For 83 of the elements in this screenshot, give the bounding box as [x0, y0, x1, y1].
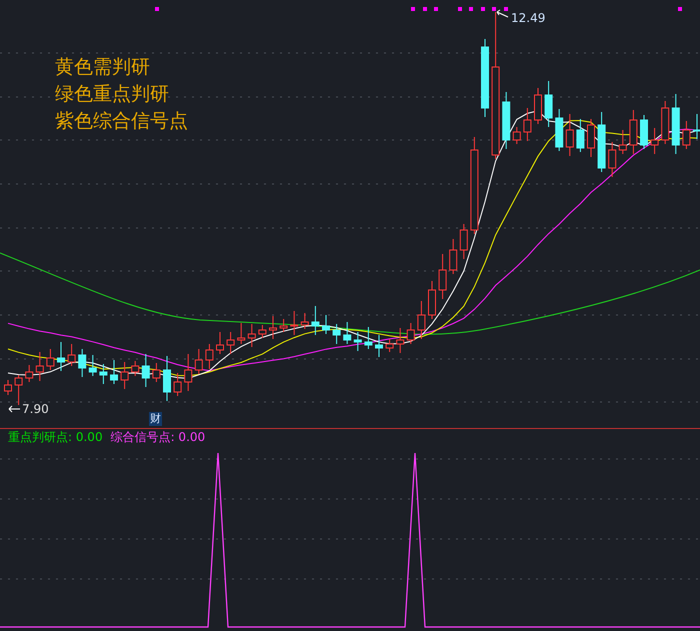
legend-text: 黄色需判研 — [55, 55, 151, 79]
signal-marker — [458, 7, 462, 11]
candlestick — [88, 354, 97, 376]
low-price-label: 7.90 — [22, 402, 49, 416]
candlestick — [248, 324, 256, 348]
candlestick — [78, 348, 86, 378]
candlestick — [194, 348, 203, 374]
candlestick — [322, 314, 330, 334]
candlestick — [629, 110, 638, 154]
candlestick — [258, 324, 266, 338]
candlestick — [661, 100, 670, 144]
signal-marker — [423, 7, 427, 11]
candlestick — [131, 360, 140, 376]
candlestick — [311, 306, 320, 336]
candlestick — [460, 224, 468, 260]
candlestick — [438, 254, 447, 300]
candlestick — [163, 356, 171, 402]
candlestick — [237, 322, 246, 344]
candlestick — [216, 332, 224, 354]
candlestick — [46, 348, 54, 370]
signal-marker — [481, 7, 485, 11]
indicator-value: 重点判研点: 0.00 — [8, 429, 103, 445]
candlestick — [205, 344, 214, 370]
candlestick — [544, 80, 553, 128]
candlestick — [502, 92, 510, 150]
candlestick — [417, 300, 426, 340]
candlestick — [693, 114, 700, 140]
candlestick — [449, 238, 458, 274]
candlestick — [618, 130, 627, 154]
candlestick — [512, 126, 521, 144]
candlestick — [428, 280, 436, 320]
candlestick — [608, 142, 616, 178]
candlestick — [269, 316, 277, 340]
candlestick — [598, 112, 606, 172]
candlestick — [587, 118, 595, 158]
candlestick — [354, 332, 362, 352]
candlestick — [226, 332, 235, 354]
candlestick — [332, 324, 341, 344]
candlestick — [555, 108, 564, 152]
indicator-value: 综合信号点: 0.00 — [110, 429, 206, 445]
candlestick — [682, 120, 690, 150]
candlestick — [290, 310, 298, 336]
candlestick — [99, 364, 108, 384]
candlestick — [406, 322, 415, 344]
candlestick — [375, 334, 383, 358]
high-price-label: 12.49 — [511, 11, 546, 25]
event-badge: 财 — [149, 412, 162, 426]
signal-marker — [469, 7, 473, 11]
arrow-icon — [496, 10, 508, 18]
candlestick — [534, 88, 542, 124]
candlestick — [174, 372, 182, 396]
candlestick — [280, 318, 288, 332]
candlestick — [576, 118, 584, 152]
candlestick — [4, 380, 12, 396]
signal-marker — [492, 7, 496, 11]
signal-marker — [155, 7, 159, 11]
signal-marker — [411, 7, 415, 11]
signal-marker — [678, 7, 682, 11]
legend-text: 紫色综合信号点 — [55, 109, 188, 133]
candlestick — [184, 354, 192, 392]
candlestick — [57, 342, 65, 372]
candlestick — [396, 328, 404, 354]
candlestick — [386, 338, 394, 352]
candlestick — [672, 94, 680, 154]
legend-text: 绿色重点判研 — [55, 82, 170, 106]
candlestick — [523, 108, 532, 142]
candlestick — [640, 114, 648, 150]
candlestick — [25, 364, 34, 382]
candlestick — [566, 114, 574, 156]
candlestick — [110, 360, 118, 384]
candlestick — [343, 322, 352, 344]
candlestick — [120, 362, 129, 390]
signal-marker — [434, 7, 438, 11]
candlestick — [68, 344, 76, 366]
candlestick — [364, 326, 372, 350]
candlestick — [36, 352, 44, 382]
candlestick — [14, 374, 23, 406]
candlestick — [300, 312, 309, 330]
signal-marker — [504, 7, 508, 11]
arrow-icon — [8, 406, 20, 412]
candlestick — [650, 128, 659, 154]
candlestick — [142, 354, 150, 388]
candlestick — [152, 362, 160, 382]
